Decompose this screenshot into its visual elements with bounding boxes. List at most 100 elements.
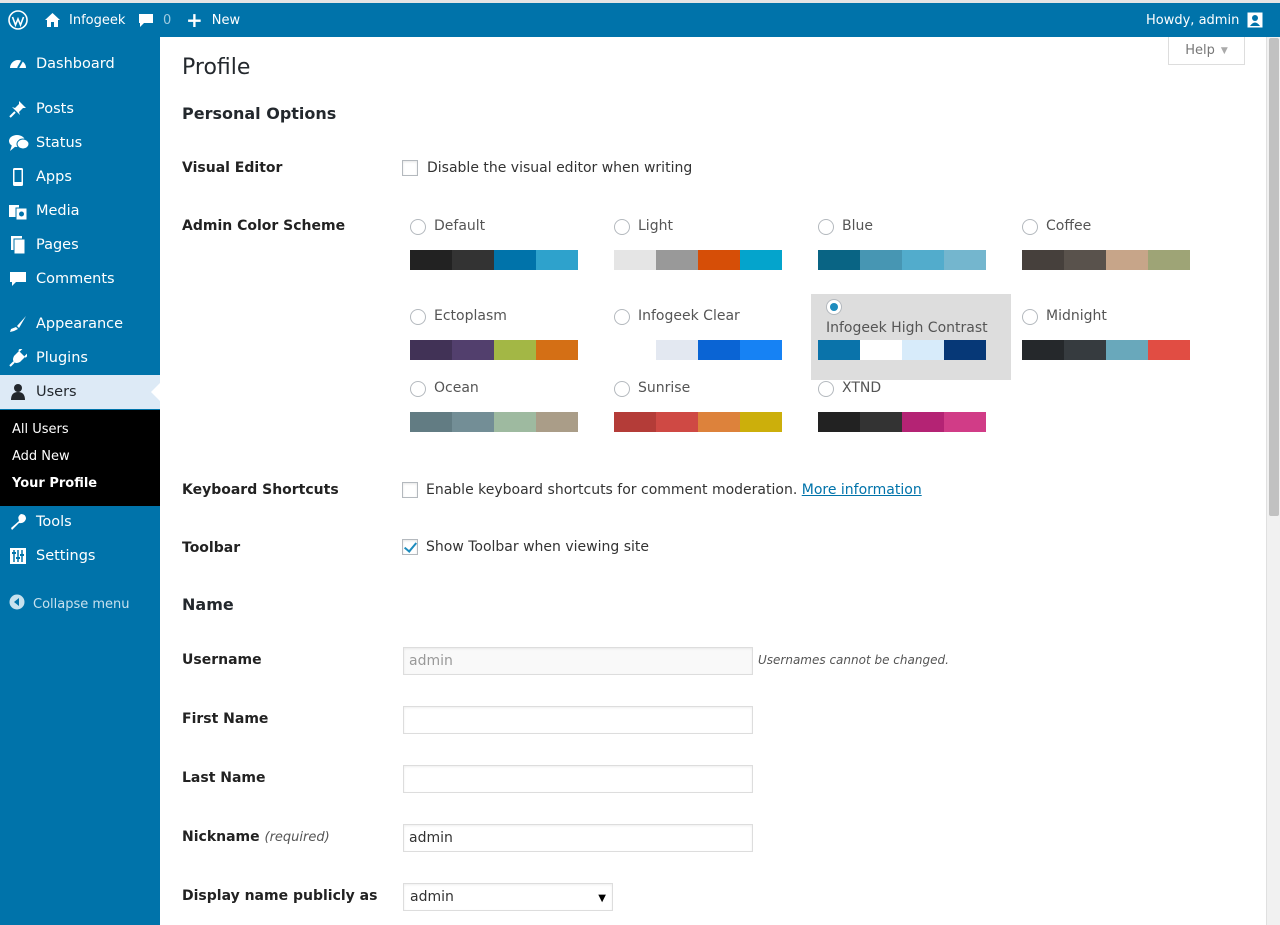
color-scheme-radio[interactable]: [826, 299, 842, 315]
menu-dashboard[interactable]: Dashboard: [0, 47, 160, 81]
color-swatch: [614, 340, 656, 360]
color-scheme-option[interactable]: Blue: [811, 204, 1011, 290]
color-scheme-radio[interactable]: [818, 381, 834, 397]
menu-label: Posts: [36, 101, 74, 117]
color-swatch: [656, 412, 698, 432]
color-swatch: [656, 250, 698, 270]
user-icon: [9, 383, 27, 401]
menu-posts[interactable]: Posts: [0, 92, 160, 126]
color-scheme-option[interactable]: Ocean: [403, 366, 603, 452]
color-swatch: [452, 250, 494, 270]
color-scheme-name: Default: [434, 218, 486, 234]
toolbar-checkbox[interactable]: [402, 539, 418, 555]
menu-status[interactable]: Status: [0, 126, 160, 160]
color-scheme-radio[interactable]: [614, 309, 630, 325]
last-name-label: Last Name: [182, 770, 266, 786]
collapse-menu-button[interactable]: Collapse menu: [9, 594, 130, 614]
color-swatches: [614, 250, 782, 270]
username-input[interactable]: [403, 647, 753, 675]
help-button[interactable]: Help ▼: [1168, 37, 1245, 65]
first-name-input[interactable]: [403, 706, 753, 734]
keyboard-shortcuts-checkbox[interactable]: [402, 482, 418, 498]
color-scheme-radio[interactable]: [410, 381, 426, 397]
color-swatch: [1106, 340, 1148, 360]
color-scheme-option[interactable]: Coffee: [1015, 204, 1215, 290]
name-heading: Name: [182, 595, 234, 614]
caret-down-icon: ▼: [1220, 45, 1228, 56]
menu-users[interactable]: Users: [0, 375, 160, 409]
color-scheme-radio[interactable]: [614, 219, 630, 235]
menu-pages[interactable]: Pages: [0, 228, 160, 262]
color-scheme-name: Infogeek High Contrast: [826, 320, 988, 336]
color-swatch: [452, 340, 494, 360]
nickname-input[interactable]: [403, 824, 753, 852]
nickname-label-text: Nickname: [182, 829, 260, 845]
site-name-link[interactable]: Infogeek: [44, 3, 125, 37]
keyboard-shortcuts-option: Enable keyboard shortcuts for comment mo…: [426, 482, 922, 498]
color-swatch: [944, 250, 986, 270]
menu-appearance[interactable]: Appearance: [0, 307, 160, 341]
menu-apps[interactable]: Apps: [0, 160, 160, 194]
color-scheme-option[interactable]: Midnight: [1015, 294, 1215, 380]
scrollbar-thumb[interactable]: [1269, 38, 1279, 516]
users-submenu: All Users Add New Your Profile: [0, 410, 160, 506]
color-scheme-radio[interactable]: [1022, 219, 1038, 235]
collapse-arrow-icon: [9, 594, 25, 614]
color-swatch: [698, 340, 740, 360]
menu-label: Status: [36, 135, 83, 151]
menu-label: Settings: [36, 548, 96, 564]
color-scheme-name: Ectoplasm: [434, 308, 507, 324]
comments-link[interactable]: 0: [138, 3, 171, 37]
menu-tools[interactable]: Tools: [0, 505, 160, 539]
color-swatches: [818, 412, 986, 432]
required-note: (required): [264, 830, 330, 845]
admin-toolbar: Infogeek 0 + New Howdy, admin: [0, 0, 1280, 37]
color-scheme-option[interactable]: XTND: [811, 366, 1011, 452]
new-label: New: [211, 12, 241, 28]
first-name-label: First Name: [182, 711, 269, 727]
color-swatch: [740, 412, 782, 432]
speech-bubbles-icon: [9, 134, 30, 152]
color-swatch: [494, 250, 536, 270]
my-account-link[interactable]: Howdy, admin: [1146, 3, 1263, 37]
submenu-your-profile[interactable]: Your Profile: [12, 476, 97, 491]
menu-comments[interactable]: Comments: [0, 262, 160, 296]
color-swatch: [536, 250, 578, 270]
admin-sidebar: Dashboard Posts Status Apps Media Pages …: [0, 37, 160, 925]
visual-editor-option: Disable the visual editor when writing: [427, 160, 693, 176]
color-swatch: [860, 340, 902, 360]
color-swatch: [860, 250, 902, 270]
color-scheme-radio[interactable]: [818, 219, 834, 235]
visual-editor-checkbox[interactable]: [402, 160, 418, 176]
plus-icon: +: [186, 8, 203, 32]
menu-media[interactable]: Media: [0, 194, 160, 228]
color-scheme-radio[interactable]: [614, 381, 630, 397]
color-swatch: [536, 412, 578, 432]
color-scheme-option[interactable]: Sunrise: [607, 366, 807, 452]
menu-settings[interactable]: Settings: [0, 539, 160, 573]
username-label: Username: [182, 652, 262, 668]
more-information-link[interactable]: More information: [802, 482, 922, 498]
color-swatches: [410, 412, 578, 432]
color-swatch: [452, 412, 494, 432]
new-content-link[interactable]: + New: [186, 3, 240, 37]
color-swatches: [410, 250, 578, 270]
wordpress-logo-icon[interactable]: [8, 3, 28, 37]
color-scheme-option[interactable]: Default: [403, 204, 603, 290]
color-swatch: [614, 250, 656, 270]
last-name-input[interactable]: [403, 765, 753, 793]
display-name-select[interactable]: admin ▼: [403, 883, 613, 911]
keyboard-shortcuts-label: Keyboard Shortcuts: [182, 482, 339, 498]
keyboard-shortcuts-text: Enable keyboard shortcuts for comment mo…: [426, 482, 798, 498]
color-scheme-radio[interactable]: [410, 309, 426, 325]
menu-label: Plugins: [36, 350, 88, 366]
page-scrollbar[interactable]: [1266, 37, 1280, 925]
submenu-add-new[interactable]: Add New: [12, 449, 70, 464]
menu-plugins[interactable]: Plugins: [0, 341, 160, 375]
color-scheme-radio[interactable]: [410, 219, 426, 235]
color-scheme-option[interactable]: Light: [607, 204, 807, 290]
color-scheme-radio[interactable]: [1022, 309, 1038, 325]
menu-label: Appearance: [36, 316, 124, 332]
collapse-label: Collapse menu: [33, 596, 130, 612]
submenu-all-users[interactable]: All Users: [12, 422, 69, 437]
